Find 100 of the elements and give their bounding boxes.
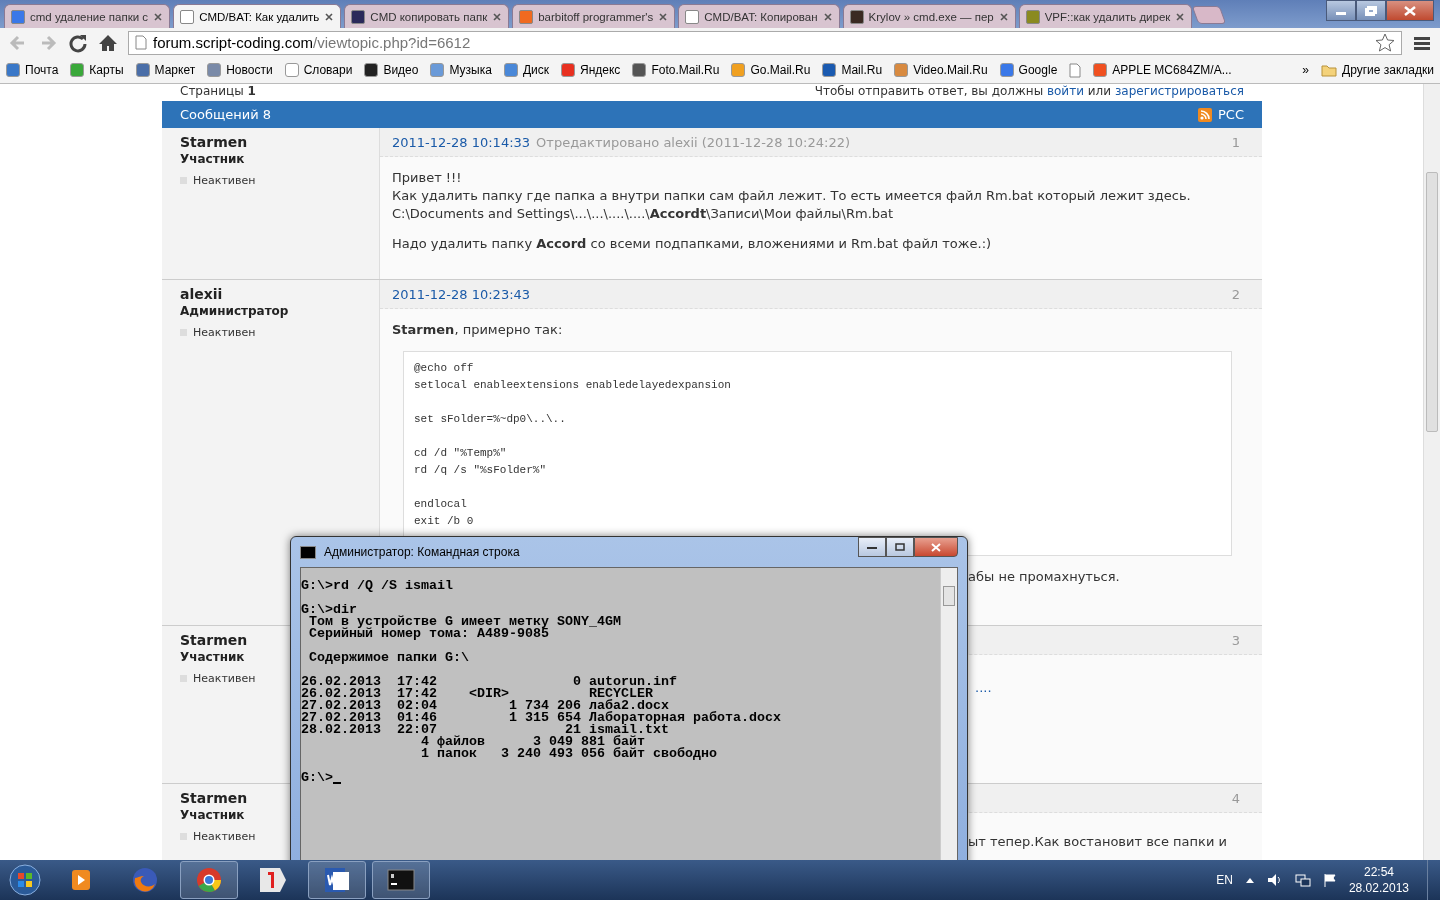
bookmark[interactable]: Google [999,63,1058,77]
site-icon [685,9,700,24]
bookmark[interactable]: Почта [6,63,59,77]
address-bar[interactable]: forum.script-coding.com/viewtopic.php?id=6612 [128,30,1402,55]
close-icon[interactable] [324,11,335,22]
chrome-icon [195,866,223,894]
flag-icon[interactable] [1322,873,1337,887]
maximize-icon [895,543,905,551]
post-text: ыт тепер.Как востановит все папки и [968,834,1227,849]
console-line: 28.02.2013 22:07 21 ismail.txt [301,724,669,736]
browser-tab[interactable]: barbitoff programmer's [512,4,676,28]
speaker-icon[interactable] [1266,873,1283,887]
bookmark[interactable]: Музыка [430,63,492,77]
post-number: 3 [1231,632,1240,648]
browser-tab[interactable]: CMD/BAT: Как удалить [173,4,342,28]
author-role: Участник [180,152,245,166]
document-icon [323,866,351,894]
clock-time[interactable]: 22:54 [1363,864,1394,880]
rss-link[interactable]: РСС [1218,107,1244,122]
code-line: exit /b 0 [414,514,475,529]
author-name[interactable]: alexii [180,286,223,302]
post-link[interactable]: .... [975,680,992,695]
text-cursor [333,782,341,784]
taskbar-app[interactable] [180,861,238,899]
post-text: Надо удалить папку Accord со всеми подпапками, вложениями и Rm.bat файл тоже.:) [392,235,993,253]
bookmark[interactable]: Словари [284,63,353,77]
login-link[interactable]: войти [1046,84,1084,98]
minimize-button[interactable] [858,537,886,557]
author-status: Неактивен [193,830,256,843]
browser-tab[interactable]: CMD/BAT: Копирован [678,4,840,28]
author-name[interactable]: Starmen [180,632,248,648]
post-text: Starmen, примерно так: [392,321,564,339]
maximize-button[interactable] [1356,0,1386,21]
taskbar-app[interactable] [308,861,366,899]
terminal-icon [300,545,316,559]
close-icon[interactable] [153,11,164,22]
bookmark[interactable]: Яндекс [561,63,621,77]
network-icon[interactable] [1294,873,1311,887]
clock-date[interactable]: 28.02.2013 [1348,880,1409,896]
post-date-link[interactable]: 2011-12-28 10:14:33 [392,134,531,150]
media-player-icon [69,868,93,892]
bookmark[interactable]: Mail.Ru [822,63,883,77]
rss-icon[interactable] [1198,107,1212,122]
minimize-button[interactable] [1326,0,1356,21]
site-icon [180,9,195,24]
console-line: Содержимое папки G:\ [308,652,470,664]
browser-tab[interactable]: CMD копировать папк [344,4,510,28]
bookmark[interactable]: Foto.Mail.Ru [632,63,720,77]
language-indicator[interactable]: EN [1216,873,1233,887]
reload-icon[interactable] [68,32,88,53]
bookmark[interactable]: Video.Mail.Ru [894,63,988,77]
home-icon[interactable] [98,32,118,53]
scrollbar[interactable] [1423,84,1440,860]
close-icon[interactable] [998,11,1009,22]
console-line: G:\>dir [301,604,357,616]
bookmark[interactable]: APPLE MC684ZM/A... [1093,63,1232,77]
author-role: Администратор [180,304,289,318]
author-role: Участник [180,808,245,822]
close-icon[interactable] [658,11,669,22]
bookmark[interactable]: Видео [364,63,419,77]
console-line: 27.02.2013 02:04 1 734 206 лаба2.docx [301,700,669,712]
close-button[interactable] [914,537,958,557]
browser-tab[interactable]: Krylov » cmd.exe — пер [842,4,1016,28]
minimize-icon [867,544,877,550]
close-icon[interactable] [1175,11,1186,22]
pages-label: Страницы 1 [180,84,256,100]
restore-icon [1365,5,1377,16]
maximize-button[interactable] [886,537,914,557]
scrollbar[interactable] [940,568,957,860]
taskbar-app[interactable] [372,861,430,899]
code-line: rd /q /s "%sFolder%" [414,463,548,478]
bookmark[interactable]: Новости [207,63,273,77]
code-line: endlocal [414,497,468,512]
console-line: G:\>rd /Q /S ismail [301,580,454,592]
close-icon [1404,5,1416,16]
other-bookmarks-folder[interactable]: Другие закладки [1321,63,1434,77]
register-link[interactable]: зарегистрироваться [1114,84,1244,98]
browser-tab[interactable]: VPF::как удалить дирек [1018,4,1193,28]
author-role: Участник [180,650,245,664]
close-button[interactable] [1386,0,1434,21]
post-date-link[interactable]: 2011-12-28 10:23:43 [392,286,531,302]
author-name[interactable]: Starmen [180,790,248,806]
console-line: Том в устройстве G имеет метку SONY_4GM [308,616,622,628]
more-bookmarks-button[interactable]: » [1302,63,1310,77]
caret-icon[interactable] [1244,876,1255,884]
bookmark[interactable]: Go.Mail.Ru [731,63,811,77]
console-line: Серийный номер тома: A489-9085 [308,628,550,640]
bookmark[interactable]: Карты [70,63,124,77]
star-icon[interactable] [1375,32,1395,53]
close-icon[interactable] [492,11,503,22]
bookmark[interactable]: Маркет [135,63,196,77]
close-icon[interactable] [822,11,833,22]
browser-tab[interactable]: cmd удаление папки с [4,4,171,28]
posts-count: Сообщений 8 [180,107,272,122]
start-button[interactable] [8,863,42,897]
folder-icon [1321,63,1338,77]
author-name[interactable]: Starmen [180,134,248,150]
bookmark[interactable]: Диск [503,63,549,77]
author-status: Неактивен [193,174,256,187]
site-icon [351,9,366,24]
